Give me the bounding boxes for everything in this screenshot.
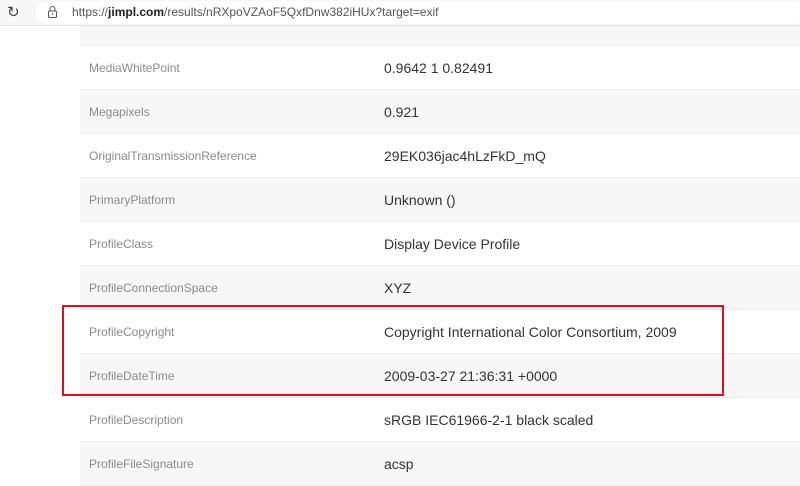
table-row: ProfileDescription sRGB IEC61966-2-1 blac…	[80, 398, 800, 442]
row-value: Display Device Profile	[384, 235, 521, 252]
highlight-box	[62, 305, 724, 396]
address-bar[interactable]: https://jimpl.com/results/nRXpoVZAoF5Qxf…	[36, 1, 800, 24]
url-text[interactable]: https://jimpl.com/results/nRXpoVZAoF5Qxf…	[72, 5, 439, 19]
url-domain: jimpl.com	[108, 5, 165, 19]
table-row: ProfileClass Display Device Profile	[80, 222, 800, 266]
row-key: MediaWhitePoint	[89, 60, 180, 75]
row-key: ProfileConnectionSpace	[89, 280, 218, 295]
row-key: Megapixels	[89, 104, 150, 119]
table-row: Megapixels 0.921	[80, 90, 800, 134]
url-path: /results/nRXpoVZAoF5QxfDnw382iHUx?target…	[164, 5, 439, 19]
table-row: ProfileFileSignature acsp	[80, 442, 800, 486]
row-key: ProfileFileSignature	[89, 456, 194, 471]
row-value: XYZ	[384, 279, 412, 296]
row-key: OriginalTransmissionReference	[89, 148, 257, 163]
table-row: MediaWhitePoint 0.9642 1 0.82491	[80, 46, 800, 90]
lock-icon[interactable]	[48, 5, 57, 18]
reload-icon[interactable]: ↻	[7, 3, 20, 21]
row-key: PrimaryPlatform	[89, 192, 176, 207]
table-row: ProfileConnectionSpace XYZ	[80, 266, 800, 310]
row-value: sRGB IEC61966-2-1 black scaled	[384, 411, 594, 428]
row-key: ProfileDescription	[89, 412, 184, 427]
exif-table: MediaWhitePoint 0.9642 1 0.82491 Megapixe…	[80, 2, 800, 486]
url-prefix: https://	[72, 5, 109, 19]
row-key: ProfileClass	[89, 236, 154, 251]
browser-toolbar: ↻ https://jimpl.com/results/nRXpoVZAoF5Q…	[0, 0, 800, 26]
row-value: acsp	[384, 455, 414, 472]
row-value: Unknown ()	[384, 191, 456, 208]
table-row: OriginalTransmissionReference 29EK036jac4…	[80, 134, 800, 178]
row-value: 0.9642 1 0.82491	[384, 59, 493, 76]
row-value: 29EK036jac4hLzFkD_mQ	[384, 147, 546, 164]
table-row: PrimaryPlatform Unknown ()	[80, 178, 800, 222]
row-value: 0.921	[384, 103, 420, 120]
